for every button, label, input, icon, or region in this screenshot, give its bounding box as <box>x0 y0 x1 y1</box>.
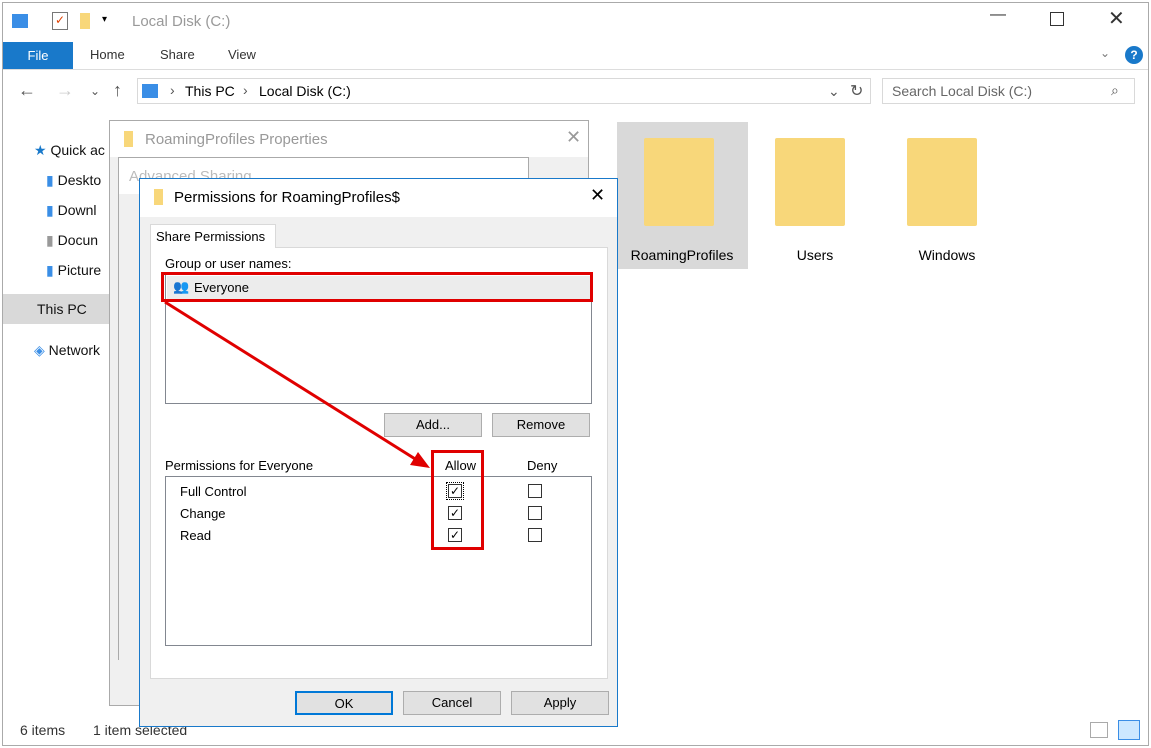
annotation-arrow <box>164 300 430 468</box>
tab-share-permissions[interactable]: Share Permissions <box>150 224 276 248</box>
